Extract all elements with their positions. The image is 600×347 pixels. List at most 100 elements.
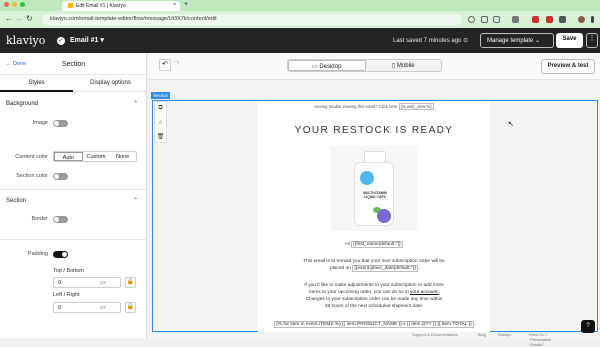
top-bottom-value: 0 <box>58 280 62 286</box>
reload-icon[interactable]: ↻ <box>26 14 33 23</box>
mouse-cursor-icon: ↖ <box>508 121 514 128</box>
web-view-text: Having trouble viewing this email? Click… <box>258 103 490 110</box>
items-line[interactable]: {% for item in event.ITEMS %} {{ item.PR… <box>258 321 490 328</box>
save-button[interactable]: Save <box>556 33 583 48</box>
panel-tabs: Styles Display options <box>0 75 146 92</box>
new-tab-button[interactable]: + <box>184 1 188 8</box>
help-article-link[interactable]: ? How Do I Personalize Emails? <box>528 332 551 347</box>
greeting-line[interactable]: Hi {{first_name|default:''}} <box>258 241 490 248</box>
adjust-prefix: items to your upcoming order, you can do… <box>309 290 409 295</box>
extension-icon[interactable] <box>512 16 519 23</box>
window-close-dot[interactable] <box>4 2 9 7</box>
adjust-line[interactable]: Changes to your subscription order can b… <box>258 297 490 302</box>
avatar[interactable] <box>578 16 585 23</box>
editor-toolbar: ↶ ↷ ▭ Desktop ▯ Mobile Preview & test <box>148 53 600 80</box>
window-minimize-dot[interactable] <box>12 2 17 7</box>
divider <box>0 239 147 240</box>
first-name-tag: {{first_name|default:''}} <box>351 241 403 248</box>
place-date-tag: {{event.place_date|default:''}} <box>352 265 418 272</box>
support-link[interactable]: Support & Documentation <box>412 332 458 337</box>
image-toggle[interactable] <box>53 120 68 127</box>
content-color-auto[interactable]: Auto <box>54 152 83 161</box>
left-right-label: Left / Right <box>53 292 80 298</box>
klaviyo-link[interactable]: Klaviyo <box>498 332 511 337</box>
extension-icon[interactable] <box>546 16 553 23</box>
content-color-none[interactable]: None <box>109 152 136 161</box>
email-headline[interactable]: YOUR RESTOCK IS READY <box>258 125 490 136</box>
greeting-text: Hi <box>345 242 350 247</box>
product-label: MULTIVITAMIN LIQUID CAPS <box>363 191 387 199</box>
email-name-text: Email #1 <box>70 37 99 44</box>
address-bar-row: ← → ↻ klaviyo.com/email-template-editor/… <box>0 11 600 28</box>
redo-icon[interactable]: ↷ <box>174 59 180 67</box>
email-name[interactable]: Email #1 ▾ <box>70 36 104 44</box>
lock-icon[interactable]: 🔒 <box>125 277 136 288</box>
section-settings-panel: ← Done Section Styles Display options Ba… <box>0 53 147 338</box>
content-color-custom[interactable]: Custom <box>83 152 110 161</box>
panel-title: Section <box>61 61 86 68</box>
url-text: klaviyo.com/email-template-editor/flow/m… <box>50 16 217 22</box>
adjust-line[interactable]: items to your upcoming order, you can do… <box>258 290 490 295</box>
sync-icon: ⊙ <box>463 38 469 44</box>
duplicate-icon[interactable]: ⧉ <box>155 102 166 116</box>
reminder-line[interactable]: This email is to remind you that your ne… <box>258 259 490 264</box>
browser-menu-icon[interactable] <box>591 16 594 23</box>
left-right-input[interactable]: 0 px <box>53 302 121 313</box>
window-zoom-dot[interactable] <box>20 2 25 7</box>
account-link[interactable]: your account. <box>410 290 439 295</box>
content-color-selector: Auto Custom None <box>53 151 137 162</box>
favicon-icon <box>68 3 73 8</box>
padding-toggle[interactable] <box>53 251 68 258</box>
share-icon[interactable] <box>481 16 488 23</box>
chevron-up-icon[interactable]: ⌃ <box>133 197 138 204</box>
panel-header: ← Done Section <box>0 53 146 75</box>
reminder-line[interactable]: placed on {{event.place_date|default:''}… <box>258 265 490 272</box>
product-image[interactable]: MULTIVITAMIN LIQUID CAPS <box>330 146 417 231</box>
help-button[interactable]: ? <box>581 320 595 333</box>
more-options-icon[interactable]: ⋮ <box>586 33 598 48</box>
section-header[interactable]: Section <box>6 198 26 204</box>
email-body: Having trouble viewing this email? Click… <box>258 101 490 332</box>
desktop-label: Desktop <box>319 64 342 70</box>
background-header[interactable]: Background <box>6 101 38 107</box>
back-arrow-icon[interactable]: ← <box>5 14 13 23</box>
chevron-down-icon: ⌄ <box>535 38 541 44</box>
chevron-down-icon: ▾ <box>100 37 104 44</box>
tab-title: Edit Email #1 | Klaviyo <box>76 3 126 9</box>
footer: Support & Documentation Blog Klaviyo ? H… <box>148 332 600 347</box>
desktop-button[interactable]: ▭ Desktop <box>288 60 366 71</box>
mobile-button[interactable]: ▯ Mobile <box>366 60 442 71</box>
chevron-up-icon[interactable]: ⌃ <box>133 100 138 107</box>
search-icon[interactable] <box>468 16 475 23</box>
web-view-tag[interactable]: {% web_view %} <box>398 103 434 110</box>
url-field[interactable]: klaviyo.com/email-template-editor/flow/m… <box>42 14 462 25</box>
star-icon[interactable] <box>493 16 500 23</box>
lock-icon[interactable]: 🔒 <box>125 302 136 313</box>
section-tools: ⧉ ☆ 🗑 <box>154 101 167 143</box>
help-article-text: How Do I Personalize Emails? <box>530 332 552 347</box>
tab-close-icon[interactable]: × <box>173 2 176 8</box>
browser-tab-bar: Edit Email #1 | Klaviyo × + <box>0 0 600 11</box>
left-right-value: 0 <box>58 305 62 311</box>
tab-styles[interactable]: Styles <box>0 80 73 92</box>
blog-link[interactable]: Blog <box>478 332 486 337</box>
extension-icon[interactable] <box>532 16 539 23</box>
preview-test-button[interactable]: Preview & test <box>541 59 595 74</box>
section-color-toggle[interactable] <box>53 173 68 180</box>
top-bottom-input[interactable]: 0 px <box>53 277 121 288</box>
content-color-label: Content color <box>15 154 48 160</box>
adjust-line[interactable]: If you'd like to make adjustments to you… <box>258 283 490 288</box>
extension-icon[interactable] <box>559 16 566 23</box>
top-bottom-label: Top / Bottom <box>53 268 84 274</box>
forward-arrow-icon[interactable]: → <box>15 14 23 23</box>
klaviyo-logo[interactable]: klaviyo <box>6 34 45 47</box>
star-icon[interactable]: ☆ <box>155 116 166 130</box>
trash-icon[interactable]: 🗑 <box>155 130 166 144</box>
manage-template-button[interactable]: Manage template ⌄ <box>480 33 554 48</box>
tab-display-options[interactable]: Display options <box>74 80 147 86</box>
browser-tab[interactable]: Edit Email #1 | Klaviyo × <box>62 1 180 11</box>
border-toggle[interactable] <box>53 216 68 223</box>
undo-icon[interactable]: ↶ <box>159 59 171 71</box>
saved-status-text: Last saved 7 minutes ago <box>393 38 462 44</box>
adjust-line[interactable]: 48 hours of the next scheduled shipment … <box>258 304 490 309</box>
